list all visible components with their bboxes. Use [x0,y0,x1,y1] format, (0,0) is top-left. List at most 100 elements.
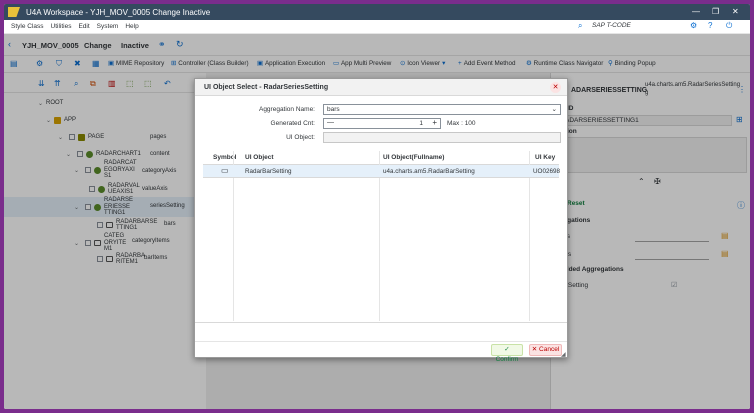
chevron-down-icon[interactable]: ⌄ [46,117,54,124]
layout-icon[interactable]: ▤ [10,59,18,68]
label-part: ERIESSE [104,203,131,210]
tree-node-page[interactable]: ⌄ PAGE [58,130,104,144]
tools-icon[interactable]: ✖ [74,59,81,68]
undo-icon[interactable]: ↶ [164,79,171,88]
max-count-label: Max : 100 [447,120,476,127]
close-window-icon[interactable]: ✕ [732,7,739,16]
ui-object-select-dialog: UI Object Select - RadarSeriesSetting ✕ … [194,78,568,363]
collapse-all-icon[interactable]: ⇈ [54,79,61,88]
tree-checkbox[interactable] [69,134,75,140]
collapse-icon[interactable]: ⌃ [638,177,645,186]
tree-node-value-axis[interactable]: RADARVAL UEAXIS1 [86,181,140,197]
folder-icon[interactable]: ▤ [721,231,729,240]
chevron-down-icon: ⌄ [551,106,557,113]
element-icon [106,222,113,228]
info-bar: ‹ YJH_MOV_0005 Change Inactive ⚭ ↻ [4,34,750,56]
logout-icon[interactable]: ⏻ [726,21,732,31]
search-icon[interactable]: ⌕ [578,21,582,31]
icon-viewer-button[interactable]: ⊙ Icon Viewer ▾ [400,60,447,67]
tree-checkbox[interactable] [97,256,103,262]
tree-node-series-setting[interactable]: ⌄ RADARSE ERIESSE TTING1 [74,197,133,217]
runtime-class-navigator-button[interactable]: ⚙ Runtime Class Navigator [526,60,603,67]
confirm-button[interactable]: ✓ Confirm [491,344,523,363]
id-input[interactable]: ADARSERIESSETTING1 [561,115,732,126]
expand-all-icon[interactable]: ⇊ [38,79,45,88]
menu-help[interactable]: Help [125,23,138,30]
maximize-icon[interactable]: ❐ [712,7,719,16]
sap-tcode-label[interactable]: SAP T-CODE [592,22,631,29]
menu-system[interactable]: System [97,23,119,30]
panel-menu-icon[interactable]: ⋮ [738,85,746,94]
shield-icon[interactable]: ⛉ [56,59,62,69]
minimize-icon[interactable]: — [692,7,700,16]
tree-node-root[interactable]: ⌄ ROOT [38,96,63,110]
chevron-down-icon[interactable]: ⌄ [58,134,66,141]
description-textarea[interactable] [561,137,747,173]
controller-label: Controller (Class Builder) [178,60,249,67]
settings-icon[interactable]: ⚙ [690,21,697,30]
delete-icon[interactable]: ▥ [108,79,116,88]
tree-checkbox[interactable] [85,167,91,173]
increment-icon[interactable]: + [432,118,437,127]
gear-icon[interactable]: ⚙ [36,59,43,68]
aggregation-name-select[interactable]: bars ⌄ [323,104,561,115]
refresh-icon[interactable]: ↻ [176,39,184,50]
multi-preview-button[interactable]: ▭ App Multi Preview [333,60,391,67]
tree-checkbox[interactable] [85,204,91,210]
tree-node-category-items[interactable]: ⌄ CATEG ORYITE M1 [74,233,126,253]
glasses-icon[interactable]: ⚭ [158,39,166,50]
panel-title: ADARSERIESSETTING [571,87,648,94]
cancel-button[interactable]: ✕ Cancel [529,344,562,356]
label-part: CATEG [104,233,125,240]
tree-node-label: ROOT [46,100,64,106]
tree-node-label: RADARBARSE TTING1 [116,219,157,232]
tree-node-category-axis[interactable]: ⌄ RADARCAT EGORYAXI S1 [74,159,137,181]
table-row[interactable]: ▭ RadarBarSetting u4a.charts.am5.RadarBa… [203,165,560,178]
menu-utilities[interactable]: Utilities [51,23,72,30]
copy-icon[interactable]: ⧉ [90,79,96,89]
binding-popup-button[interactable]: ⚲ Binding Popup [608,60,656,67]
close-icon[interactable]: ✕ [550,82,561,93]
aggregation-input-line[interactable] [635,259,709,260]
move-down-icon[interactable]: ⬚ [144,79,152,88]
chevron-down-icon[interactable]: ⌄ [38,100,46,107]
chevron-down-icon[interactable]: ⌄ [74,240,82,247]
help-icon[interactable]: ⓘ [737,200,745,211]
aggregation-input-line[interactable] [635,241,709,242]
chevron-down-icon[interactable]: ⌄ [66,151,74,158]
embedded-checkbox[interactable]: ☑ [671,281,677,289]
tree-node-bar-setting[interactable]: RADARBARSE TTING1 [94,217,157,233]
id-edit-icon[interactable]: ⊞ [736,115,743,124]
label-part: TTING1 [104,210,126,217]
menu-bar: Style Class Utilities Edit System Help ⌕… [4,20,750,34]
resize-handle-icon[interactable]: ◢ [561,351,566,358]
table-header: Symbol UI Object UI Object(Fullname) UI … [203,151,559,165]
generated-cnt-stepper[interactable]: — 1 + [323,118,441,129]
controller-button[interactable]: ⊞ Controller (Class Builder) [171,60,249,67]
search-tree-icon[interactable]: ⌕ [74,79,78,89]
reset-button[interactable]: Reset [567,200,585,207]
ui-object-input[interactable] [323,132,561,143]
tree-node-app[interactable]: ⌄ APP [46,113,76,127]
tree-checkbox[interactable] [77,151,83,157]
tree-node-bar-item[interactable]: RADARBA RITEM1 [94,251,145,267]
menu-edit[interactable]: Edit [78,23,89,30]
chevron-down-icon[interactable]: ⌄ [74,167,82,174]
decrement-icon[interactable]: — [327,119,334,126]
aggregation-name-value: bars [327,106,340,113]
tree-checkbox[interactable] [89,186,95,192]
menu-style-class[interactable]: Style Class [11,23,44,30]
folder-icon[interactable]: ▤ [721,249,729,258]
pin-icon[interactable]: ✠ [654,177,661,186]
move-up-icon[interactable]: ⬚ [126,79,134,88]
tree-checkbox[interactable] [97,222,103,228]
grid-icon[interactable]: ▦ [92,59,100,68]
mime-icon: ▣ [108,60,114,67]
tree-checkbox[interactable] [85,240,91,246]
add-event-method-button[interactable]: + Add Event Method [458,60,516,67]
help-icon[interactable]: ? [708,21,712,30]
chevron-down-icon[interactable]: ⌄ [74,204,82,211]
back-icon[interactable]: ‹ [8,39,11,49]
app-execution-button[interactable]: ▣ Application Execution [257,60,325,67]
mime-repository-button[interactable]: ▣ MIME Repository [108,60,164,67]
